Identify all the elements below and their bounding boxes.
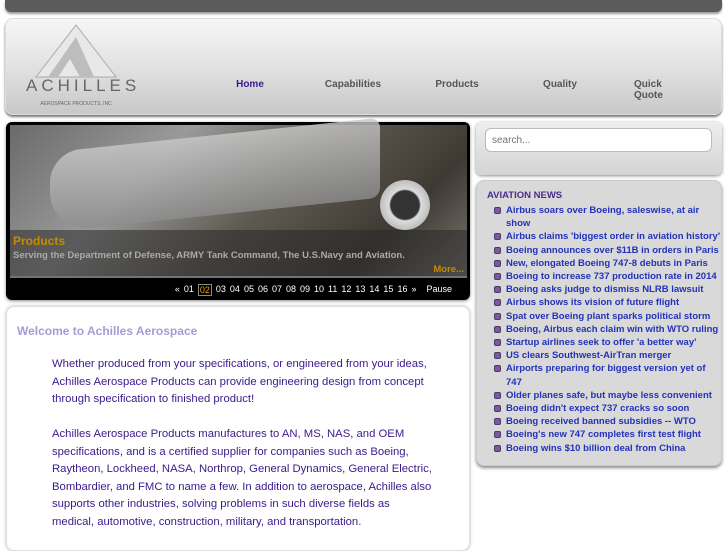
news-link[interactable]: US clears Southwest-AirTran merger <box>506 350 671 361</box>
news-link[interactable]: Startup airlines seek to offer 'a better… <box>506 337 696 348</box>
slide-page-07[interactable]: 07 <box>272 284 282 296</box>
welcome-paragraph: Achilles Aerospace Products manufactures… <box>52 428 432 528</box>
news-item[interactable]: Boeing received banned subsidies -- WTO <box>494 415 722 428</box>
slide-page-04[interactable]: 04 <box>230 284 240 296</box>
slide-page-15[interactable]: 15 <box>383 284 393 296</box>
news-item[interactable]: Boeing to increase 737 production rate i… <box>494 270 722 283</box>
news-link[interactable]: Boeing's new 747 completes first test fl… <box>506 429 701 440</box>
logo-name: ACHILLES <box>26 76 141 95</box>
bullet-icon <box>494 418 501 426</box>
bullet-icon <box>494 286 501 294</box>
top-bar <box>5 0 722 12</box>
news-item[interactable]: Airbus claims 'biggest order in aviation… <box>494 230 722 243</box>
news-link[interactable]: Airbus claims 'biggest order in aviation… <box>506 231 720 242</box>
search-input[interactable] <box>485 128 712 152</box>
welcome-title: Welcome to Achilles Aerospace <box>17 324 198 338</box>
news-item[interactable]: Spat over Boeing plant sparks political … <box>494 310 722 323</box>
news-item[interactable]: Boeing's new 747 completes first test fl… <box>494 428 722 441</box>
news-item[interactable]: New, elongated Boeing 747-8 debuts in Pa… <box>494 257 722 270</box>
pause-button[interactable]: Pause <box>426 284 452 296</box>
aircraft-engine <box>380 180 430 230</box>
slide-page-09[interactable]: 09 <box>300 284 310 296</box>
news-link[interactable]: Boeing to increase 737 production rate i… <box>506 271 717 282</box>
nav-capabilities[interactable]: Capabilities <box>325 79 381 90</box>
bullet-icon <box>494 246 501 254</box>
news-item[interactable]: Airports preparing for biggest version y… <box>494 362 722 388</box>
logo-triangle-icon <box>34 24 118 78</box>
slide-image[interactable]: Products Serving the Department of Defen… <box>10 117 467 278</box>
news-link[interactable]: Boeing asks judge to dismiss NLRB lawsui… <box>506 284 703 295</box>
news-list: Airbus soars over Boeing, saleswise, at … <box>494 204 722 455</box>
search-panel <box>476 122 722 175</box>
slide-page-16[interactable]: 16 <box>397 284 407 296</box>
news-item[interactable]: Boeing announces over $11B in orders in … <box>494 244 722 257</box>
news-link[interactable]: Boeing wins $10 billion deal from China <box>506 443 685 454</box>
news-item[interactable]: Boeing didn't expect 737 cracks so soon <box>494 402 722 415</box>
bullet-icon <box>494 365 501 373</box>
bullet-icon <box>494 444 501 452</box>
news-item[interactable]: Boeing, Airbus each claim win with WTO r… <box>494 323 722 336</box>
news-link[interactable]: Airbus soars over Boeing, saleswise, at … <box>506 205 699 229</box>
news-item[interactable]: Airbus shows its vision of future flight <box>494 296 722 309</box>
news-item[interactable]: US clears Southwest-AirTran merger <box>494 349 722 362</box>
bullet-icon <box>494 233 501 241</box>
nav-quality[interactable]: Quality <box>543 79 577 90</box>
news-link[interactable]: New, elongated Boeing 747-8 debuts in Pa… <box>506 258 708 269</box>
news-item[interactable]: Older planes safe, but maybe less conven… <box>494 389 722 402</box>
slide-page-08[interactable]: 08 <box>286 284 296 296</box>
slide-page-11[interactable]: 11 <box>328 284 337 296</box>
slide-caption: Products Serving the Department of Defen… <box>10 230 467 278</box>
bullet-icon <box>494 273 501 281</box>
slide-page-10[interactable]: 10 <box>314 284 324 296</box>
logo[interactable]: ACHILLES AEROSPACE PRODUCTS, INC <box>26 23 141 113</box>
news-link[interactable]: Airbus shows its vision of future flight <box>506 297 679 308</box>
news-item[interactable]: Startup airlines seek to offer 'a better… <box>494 336 722 349</box>
slide-pager: « 01 02 03 04 05 06 07 08 09 10 11 12 13 14 15 16 » Pause <box>175 284 452 296</box>
bullet-icon <box>494 352 501 360</box>
welcome-paragraph: Whether produced from your specification… <box>52 358 427 405</box>
slide-more-link[interactable]: More... <box>433 264 464 275</box>
nav-quick-quote[interactable]: Quick Quote <box>634 79 692 101</box>
news-link[interactable]: Boeing, Airbus each claim win with WTO r… <box>506 324 718 335</box>
news-panel: AVIATION NEWS Airbus soars over Boeing, … <box>476 180 722 466</box>
slide-text: Serving the Department of Defense, ARMY … <box>13 250 405 261</box>
header: ACHILLES AEROSPACE PRODUCTS, INC Home Ca… <box>5 18 722 115</box>
bullet-icon <box>494 259 501 267</box>
slide-page-12[interactable]: 12 <box>341 284 351 296</box>
bullet-icon <box>494 391 501 399</box>
bullet-icon <box>494 299 501 307</box>
bullet-icon <box>494 405 501 413</box>
prev-button[interactable]: « <box>175 284 180 296</box>
slide-page-01[interactable]: 01 <box>184 284 194 296</box>
slide-page-03[interactable]: 03 <box>216 284 226 296</box>
bullet-icon <box>494 207 501 214</box>
bullet-icon <box>494 339 501 347</box>
slide-page-14[interactable]: 14 <box>369 284 379 296</box>
news-title: AVIATION NEWS <box>487 190 563 201</box>
bullet-icon <box>494 431 501 439</box>
logo-subtitle: AEROSPACE PRODUCTS, INC <box>40 101 112 107</box>
bullet-icon <box>494 325 501 333</box>
news-link[interactable]: Boeing didn't expect 737 cracks so soon <box>506 403 689 414</box>
news-link[interactable]: Older planes safe, but maybe less conven… <box>506 390 712 401</box>
slide-page-13[interactable]: 13 <box>355 284 365 296</box>
next-button[interactable]: » <box>411 284 416 296</box>
slideshow: Products Serving the Department of Defen… <box>6 117 470 300</box>
nav-home[interactable]: Home <box>236 79 264 90</box>
news-item[interactable]: Boeing asks judge to dismiss NLRB lawsui… <box>494 283 722 296</box>
news-link[interactable]: Boeing announces over $11B in orders in … <box>506 245 719 256</box>
welcome-panel: Welcome to Achilles Aerospace Whether pr… <box>6 306 470 551</box>
news-link[interactable]: Airports preparing for biggest version y… <box>506 363 706 387</box>
slide-page-06[interactable]: 06 <box>258 284 268 296</box>
slide-title: Products <box>13 234 66 248</box>
aircraft-fuselage <box>50 117 380 233</box>
news-item[interactable]: Airbus soars over Boeing, saleswise, at … <box>494 204 722 230</box>
slide-page-05[interactable]: 05 <box>244 284 254 296</box>
slide-page-02[interactable]: 02 <box>197 284 212 296</box>
news-link[interactable]: Boeing received banned subsidies -- WTO <box>506 416 696 427</box>
nav-products[interactable]: Products <box>435 79 478 90</box>
news-link[interactable]: Spat over Boeing plant sparks political … <box>506 311 710 322</box>
bullet-icon <box>494 312 501 320</box>
news-item[interactable]: Boeing wins $10 billion deal from China <box>494 442 722 455</box>
